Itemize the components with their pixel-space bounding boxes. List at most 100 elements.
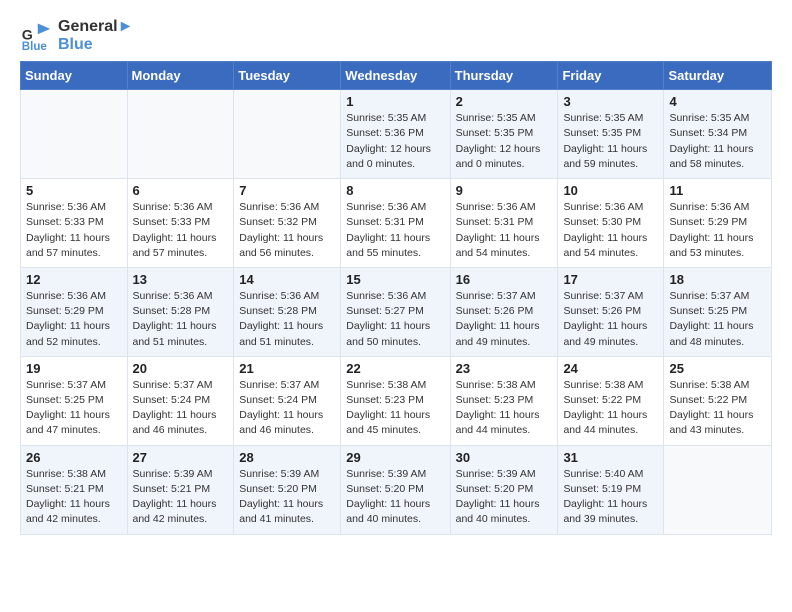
- day-number: 8: [346, 183, 444, 198]
- calendar-cell: 5Sunrise: 5:36 AM Sunset: 5:33 PM Daylig…: [21, 179, 128, 268]
- calendar-cell: 18Sunrise: 5:37 AM Sunset: 5:25 PM Dayli…: [664, 267, 772, 356]
- day-number: 22: [346, 361, 444, 376]
- day-number: 3: [563, 94, 658, 109]
- calendar-cell: 13Sunrise: 5:36 AM Sunset: 5:28 PM Dayli…: [127, 267, 234, 356]
- day-info: Sunrise: 5:37 AM Sunset: 5:26 PM Dayligh…: [563, 289, 658, 350]
- day-info: Sunrise: 5:38 AM Sunset: 5:22 PM Dayligh…: [563, 378, 658, 439]
- calendar-cell: 15 Sunrise: 5:36 AM Sunset: 5:27 PM Dayli…: [341, 267, 450, 356]
- day-info: Sunrise: 5:36 AM Sunset: 5:32 PM Dayligh…: [239, 200, 335, 261]
- day-number: 14: [239, 272, 335, 287]
- week-row-2: 5Sunrise: 5:36 AM Sunset: 5:33 PM Daylig…: [21, 179, 772, 268]
- day-number: 19: [26, 361, 122, 376]
- day-number: 7: [239, 183, 335, 198]
- calendar-table: SundayMondayTuesdayWednesdayThursdayFrid…: [20, 61, 772, 534]
- day-info: Sunrise: 5:36 AM Sunset: 5:33 PM Dayligh…: [133, 200, 229, 261]
- calendar-cell: 28 Sunrise: 5:39 AM Sunset: 5:20 PM Dayli…: [234, 445, 341, 534]
- week-row-3: 12Sunrise: 5:36 AM Sunset: 5:29 PM Dayli…: [21, 267, 772, 356]
- day-info: Sunrise: 5:35 AM Sunset: 5:35 PM Dayligh…: [563, 111, 658, 172]
- calendar-cell: 8Sunrise: 5:36 AM Sunset: 5:31 PM Daylig…: [341, 179, 450, 268]
- calendar-cell: [127, 90, 234, 179]
- day-header-thursday: Thursday: [450, 62, 558, 90]
- day-number: 1: [346, 94, 444, 109]
- day-info: Sunrise: 5:36 AM Sunset: 5:27 PM Dayligh…: [346, 289, 444, 350]
- day-info: Sunrise: 5:39 AM Sunset: 5:20 PM Dayligh…: [239, 467, 335, 528]
- day-number: 23: [456, 361, 553, 376]
- calendar-cell: 14 Sunrise: 5:36 AM Sunset: 5:28 PM Dayli…: [234, 267, 341, 356]
- day-info: Sunrise: 5:38 AM Sunset: 5:23 PM Dayligh…: [346, 378, 444, 439]
- day-number: 28: [239, 450, 335, 465]
- day-info: Sunrise: 5:38 AM Sunset: 5:21 PM Dayligh…: [26, 467, 122, 528]
- day-header-saturday: Saturday: [664, 62, 772, 90]
- calendar-cell: 31 Sunrise: 5:40 AM Sunset: 5:19 PM Dayli…: [558, 445, 664, 534]
- header: G Blue General► Blue: [20, 18, 772, 53]
- day-info: Sunrise: 5:36 AM Sunset: 5:31 PM Dayligh…: [456, 200, 553, 261]
- day-number: 4: [669, 94, 766, 109]
- day-number: 11: [669, 183, 766, 198]
- calendar-cell: 2Sunrise: 5:35 AM Sunset: 5:35 PM Daylig…: [450, 90, 558, 179]
- calendar-cell: 20 Sunrise: 5:37 AM Sunset: 5:24 PM Dayli…: [127, 356, 234, 445]
- calendar-cell: 16 Sunrise: 5:37 AM Sunset: 5:26 PM Dayli…: [450, 267, 558, 356]
- day-info: Sunrise: 5:35 AM Sunset: 5:35 PM Dayligh…: [456, 111, 553, 172]
- day-number: 25: [669, 361, 766, 376]
- day-header-friday: Friday: [558, 62, 664, 90]
- day-info: Sunrise: 5:37 AM Sunset: 5:26 PM Dayligh…: [456, 289, 553, 350]
- day-header-wednesday: Wednesday: [341, 62, 450, 90]
- day-info: Sunrise: 5:35 AM Sunset: 5:36 PM Dayligh…: [346, 111, 444, 172]
- svg-text:Blue: Blue: [22, 41, 48, 52]
- day-info: Sunrise: 5:36 AM Sunset: 5:28 PM Dayligh…: [239, 289, 335, 350]
- day-info: Sunrise: 5:37 AM Sunset: 5:24 PM Dayligh…: [133, 378, 229, 439]
- day-number: 31: [563, 450, 658, 465]
- day-number: 26: [26, 450, 122, 465]
- calendar-cell: 12Sunrise: 5:36 AM Sunset: 5:29 PM Dayli…: [21, 267, 128, 356]
- logo-text: General► Blue: [58, 18, 133, 53]
- week-row-1: 1 Sunrise: 5:35 AM Sunset: 5:36 PM Daylig…: [21, 90, 772, 179]
- day-info: Sunrise: 5:36 AM Sunset: 5:33 PM Dayligh…: [26, 200, 122, 261]
- day-number: 9: [456, 183, 553, 198]
- header-row: SundayMondayTuesdayWednesdayThursdayFrid…: [21, 62, 772, 90]
- calendar-cell: 6 Sunrise: 5:36 AM Sunset: 5:33 PM Daylig…: [127, 179, 234, 268]
- day-number: 29: [346, 450, 444, 465]
- calendar-cell: 22 Sunrise: 5:38 AM Sunset: 5:23 PM Dayli…: [341, 356, 450, 445]
- calendar-cell: 9 Sunrise: 5:36 AM Sunset: 5:31 PM Daylig…: [450, 179, 558, 268]
- day-info: Sunrise: 5:39 AM Sunset: 5:21 PM Dayligh…: [133, 467, 229, 528]
- calendar-cell: 7 Sunrise: 5:36 AM Sunset: 5:32 PM Daylig…: [234, 179, 341, 268]
- calendar-cell: 26 Sunrise: 5:38 AM Sunset: 5:21 PM Dayli…: [21, 445, 128, 534]
- day-number: 21: [239, 361, 335, 376]
- day-number: 20: [133, 361, 229, 376]
- day-number: 16: [456, 272, 553, 287]
- day-info: Sunrise: 5:39 AM Sunset: 5:20 PM Dayligh…: [456, 467, 553, 528]
- calendar-cell: 19 Sunrise: 5:37 AM Sunset: 5:25 PM Dayli…: [21, 356, 128, 445]
- calendar-cell: [21, 90, 128, 179]
- day-info: Sunrise: 5:40 AM Sunset: 5:19 PM Dayligh…: [563, 467, 658, 528]
- day-number: 30: [456, 450, 553, 465]
- day-number: 6: [133, 183, 229, 198]
- week-row-4: 19 Sunrise: 5:37 AM Sunset: 5:25 PM Dayli…: [21, 356, 772, 445]
- logo-icon: G Blue: [20, 20, 52, 52]
- day-info: Sunrise: 5:37 AM Sunset: 5:24 PM Dayligh…: [239, 378, 335, 439]
- day-header-sunday: Sunday: [21, 62, 128, 90]
- calendar-cell: 3 Sunrise: 5:35 AM Sunset: 5:35 PM Daylig…: [558, 90, 664, 179]
- calendar-cell: 30 Sunrise: 5:39 AM Sunset: 5:20 PM Dayli…: [450, 445, 558, 534]
- day-info: Sunrise: 5:36 AM Sunset: 5:28 PM Dayligh…: [133, 289, 229, 350]
- calendar-cell: 21 Sunrise: 5:37 AM Sunset: 5:24 PM Dayli…: [234, 356, 341, 445]
- logo: G Blue General► Blue: [20, 18, 133, 53]
- day-info: Sunrise: 5:37 AM Sunset: 5:25 PM Dayligh…: [26, 378, 122, 439]
- day-header-monday: Monday: [127, 62, 234, 90]
- calendar-cell: 25 Sunrise: 5:38 AM Sunset: 5:22 PM Dayli…: [664, 356, 772, 445]
- day-header-tuesday: Tuesday: [234, 62, 341, 90]
- day-info: Sunrise: 5:38 AM Sunset: 5:22 PM Dayligh…: [669, 378, 766, 439]
- calendar-cell: [234, 90, 341, 179]
- day-info: Sunrise: 5:35 AM Sunset: 5:34 PM Dayligh…: [669, 111, 766, 172]
- day-number: 17: [563, 272, 658, 287]
- day-number: 15: [346, 272, 444, 287]
- day-number: 27: [133, 450, 229, 465]
- calendar-cell: 23 Sunrise: 5:38 AM Sunset: 5:23 PM Dayli…: [450, 356, 558, 445]
- day-number: 18: [669, 272, 766, 287]
- day-number: 10: [563, 183, 658, 198]
- calendar-cell: 11 Sunrise: 5:36 AM Sunset: 5:29 PM Dayli…: [664, 179, 772, 268]
- day-info: Sunrise: 5:36 AM Sunset: 5:29 PM Dayligh…: [669, 200, 766, 261]
- day-info: Sunrise: 5:36 AM Sunset: 5:29 PM Dayligh…: [26, 289, 122, 350]
- calendar-cell: 24Sunrise: 5:38 AM Sunset: 5:22 PM Dayli…: [558, 356, 664, 445]
- calendar-cell: 17 Sunrise: 5:37 AM Sunset: 5:26 PM Dayli…: [558, 267, 664, 356]
- day-info: Sunrise: 5:38 AM Sunset: 5:23 PM Dayligh…: [456, 378, 553, 439]
